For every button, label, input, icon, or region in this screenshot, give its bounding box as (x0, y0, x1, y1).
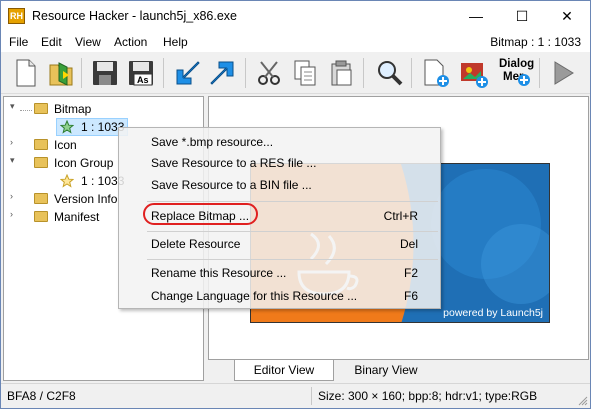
manifest-expander-icon[interactable]: › (10, 209, 18, 227)
icon-expander-icon[interactable]: › (10, 137, 18, 155)
menu-item-save-bmp[interactable]: Save *.bmp resource... (151, 135, 273, 149)
tree-item-manifest[interactable]: Manifest (54, 208, 99, 226)
save-as-icon[interactable]: As (125, 57, 157, 89)
add-resource-icon[interactable] (419, 57, 451, 89)
status-offsets: BFA8 / C2F8 (7, 389, 76, 403)
import-icon[interactable] (171, 57, 203, 89)
toolbar: As Dialog Mer (1, 52, 590, 94)
menu-item-change-language[interactable]: Change Language for this Resource ... (151, 289, 357, 303)
new-file-icon[interactable] (9, 57, 41, 89)
minimize-button[interactable]: — (453, 1, 499, 32)
status-bar: BFA8 / C2F8 Size: 300 × 160; bpp:8; hdr:… (1, 383, 590, 408)
star-icon (60, 120, 74, 134)
status-separator (311, 387, 312, 405)
folder-icon (34, 193, 48, 204)
save-icon[interactable] (89, 57, 121, 89)
menu-separator (147, 259, 438, 260)
app-icon: RH (8, 8, 25, 24)
menu-item-delete-resource[interactable]: Delete Resource (151, 237, 240, 251)
toolbar-separator (163, 58, 164, 88)
menu-item-rename-resource[interactable]: Rename this Resource ... (151, 266, 286, 280)
toolbar-separator (539, 58, 540, 88)
toolbar-separator (81, 58, 82, 88)
tree-item-version-info[interactable]: Version Info (54, 190, 117, 208)
menu-item-save-bin[interactable]: Save Resource to a BIN file ... (151, 178, 312, 192)
menu-help[interactable]: Help (163, 35, 188, 49)
title-bar: RH Resource Hacker - launch5j_x86.exe — … (1, 1, 590, 32)
open-file-icon[interactable] (45, 57, 77, 89)
cut-icon[interactable] (253, 57, 285, 89)
maximize-button[interactable]: ☐ (499, 1, 545, 32)
tab-editor-view[interactable]: Editor View (234, 360, 334, 381)
folder-icon (34, 103, 48, 114)
resize-grip-icon[interactable] (578, 396, 588, 406)
shortcut-change-language: F6 (403, 289, 418, 303)
menu-view[interactable]: View (75, 35, 101, 49)
toolbar-separator (411, 58, 412, 88)
replace-bitmap-annotation-circle (143, 203, 258, 225)
menu-item-save-res[interactable]: Save Resource to a RES file ... (151, 156, 316, 170)
shortcut-rename-resource: F2 (403, 266, 418, 280)
tree-connector (20, 110, 32, 111)
add-image-icon[interactable] (457, 57, 489, 89)
status-resource-info: Size: 300 × 160; bpp:8; hdr:v1; type:RGB (318, 389, 538, 403)
close-button[interactable]: ✕ (544, 1, 590, 32)
folder-icon (34, 211, 48, 222)
search-icon[interactable] (373, 57, 405, 89)
copy-icon[interactable] (289, 57, 321, 89)
run-icon[interactable] (547, 57, 579, 89)
paste-icon[interactable] (325, 57, 357, 89)
folder-icon (34, 139, 48, 150)
toolbar-separator (363, 58, 364, 88)
resource-hacker-window: RH Resource Hacker - launch5j_x86.exe — … (0, 0, 591, 409)
menu-edit[interactable]: Edit (41, 35, 62, 49)
menu-file[interactable]: File (9, 35, 28, 49)
menu-bar: File Edit View Action Help Bitmap : 1 : … (1, 32, 590, 52)
menu-separator (147, 231, 438, 232)
shortcut-replace-bitmap: Ctrl+R (383, 209, 418, 223)
toolbar-separator (245, 58, 246, 88)
bitmap-expander-icon[interactable]: ▾ (10, 101, 18, 119)
shortcut-delete-resource: Del (399, 237, 418, 251)
menu-action[interactable]: Action (114, 35, 147, 49)
dialog-menu-label: Dialog (499, 58, 535, 70)
menu-separator (147, 201, 438, 202)
bitmap-caption: powered by Launch5j (443, 307, 543, 319)
tree-item-icon[interactable]: Icon (54, 136, 77, 154)
export-icon[interactable] (207, 57, 239, 89)
dialog-menu-icon[interactable]: Dialog Mer (497, 57, 535, 89)
star-icon (60, 174, 74, 188)
svg-text:As: As (137, 75, 149, 85)
window-title: Resource Hacker - launch5j_x86.exe (32, 9, 237, 23)
current-resource-label: Bitmap : 1 : 1033 (490, 35, 581, 49)
folder-icon (34, 157, 48, 168)
tree-item-icon-group[interactable]: Icon Group (54, 154, 113, 172)
version-info-expander-icon[interactable]: › (10, 191, 18, 209)
tree-item-bitmap[interactable]: Bitmap (54, 100, 91, 118)
icon-group-expander-icon[interactable]: ▾ (10, 155, 18, 173)
tab-binary-view[interactable]: Binary View (336, 360, 436, 381)
view-tabs: Editor View Binary View (208, 360, 589, 381)
